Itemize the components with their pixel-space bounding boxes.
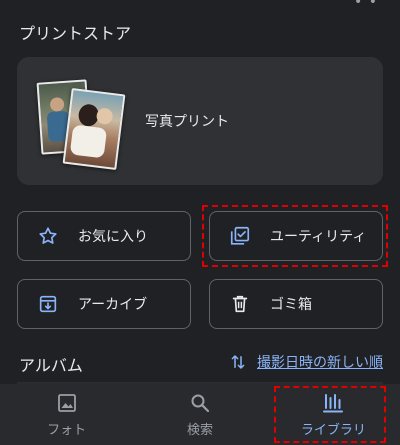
sort-icon [229, 353, 247, 371]
trash-button[interactable]: ゴミ箱 [209, 279, 383, 329]
nav-label-search: 検索 [186, 423, 213, 438]
photo-print-card[interactable]: 写真プリント [17, 57, 383, 185]
utilities-label: ユーティリティ [270, 229, 367, 245]
nav-item-search[interactable]: 検索 [133, 384, 266, 445]
album-sort-button[interactable]: 撮影日時の新しい順 [229, 352, 383, 372]
album-sort-label: 撮影日時の新しい順 [257, 355, 383, 371]
bottom-navigation: フォト 検索 ライブラリ [0, 384, 400, 445]
library-icon [321, 391, 345, 415]
more-options-icon[interactable]: • • [354, 0, 378, 10]
nav-item-photos[interactable]: フォト [0, 384, 133, 445]
nav-label-library: ライブラリ [300, 423, 366, 438]
archive-icon [36, 292, 60, 316]
print-photo-front [62, 87, 126, 171]
star-icon [36, 224, 60, 248]
favorites-button[interactable]: お気に入り [17, 211, 191, 261]
photo-print-label: 写真プリント [145, 114, 229, 130]
search-icon [188, 391, 212, 415]
nav-item-library[interactable]: ライブラリ [267, 384, 400, 445]
favorites-label: お気に入り [78, 229, 148, 245]
archive-label: アーカイブ [78, 297, 148, 313]
nav-label-photos: フォト [47, 423, 87, 438]
library-screen: • • プリントストア 写真プリント お気に入り ユーティリティ アーカイブ ゴ… [0, 0, 400, 445]
albums-title: アルバム [19, 356, 83, 375]
archive-button[interactable]: アーカイブ [17, 279, 191, 329]
photo-icon [55, 391, 79, 415]
trash-icon [228, 292, 252, 316]
print-store-title: プリントストア [19, 24, 132, 43]
trash-label: ゴミ箱 [270, 297, 312, 313]
photo-print-thumbnail [36, 75, 129, 171]
utilities-button[interactable]: ユーティリティ [209, 211, 383, 261]
checklist-icon [228, 224, 252, 248]
